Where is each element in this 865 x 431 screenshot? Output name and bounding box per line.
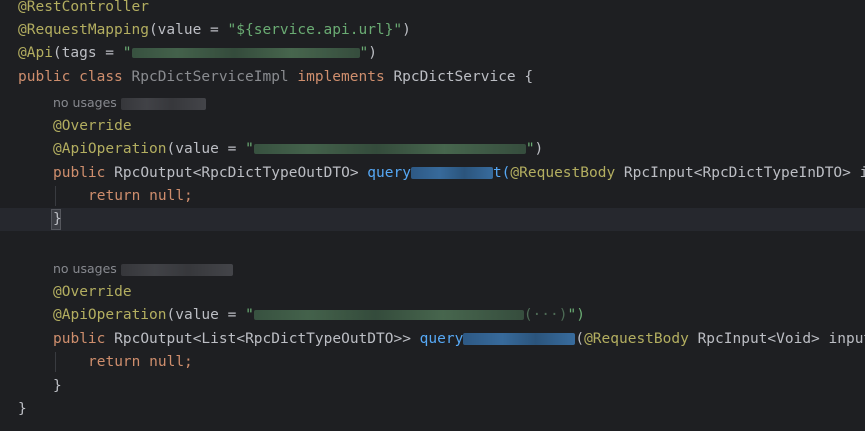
code-line-9[interactable]: return null; [0,185,865,208]
code-line-3[interactable]: @Api(tags = " ") [0,42,865,65]
code-line-10[interactable]: } [0,208,865,231]
annotation-request-mapping: @RequestMapping [18,22,149,38]
keyword-return: return [88,188,141,204]
string-service-url: "${service.api.url}" [227,22,403,38]
closing-brace: } [18,401,27,417]
code-line-15[interactable]: public RpcOutput<List<RpcDictTypeOutDTO>… [0,328,865,351]
keyword-class: class [79,69,123,85]
interface-name: RpcDictService { [393,69,534,85]
keyword-return: return [88,354,141,370]
keyword-public: public [53,165,106,181]
return-type: RpcOutput<RpcDictTypeOutDTO> [114,165,359,181]
code-line-6[interactable]: @Override [0,115,865,138]
keyword-null: null; [149,188,193,204]
redacted-text [131,48,360,58]
closing-brace: } [53,211,62,227]
redacted-text [120,263,233,276]
keyword-public: public [18,69,71,85]
usages-hint[interactable]: no usages [53,91,206,114]
code-text: public RpcOutput<RpcDictTypeOutDTO> quer… [53,162,865,185]
annotation-override: @Override [53,118,132,134]
annotation-api-operation: @ApiOperation [53,307,167,323]
code-text: return null; [88,185,193,208]
code-line-12[interactable]: no usages [0,257,865,280]
code-text: @RequestMapping(value = "${service.api.u… [18,22,411,38]
code-line-7[interactable]: @ApiOperation(value = " ") [0,138,865,161]
redacted-text [463,333,576,345]
code-text: public class RpcDictServiceImpl implemen… [18,66,533,89]
annotation-override: @Override [53,284,132,300]
code-line-14[interactable]: @ApiOperation(value = " (···)") [0,304,865,327]
annotation-request-body: @RequestBody [510,165,616,181]
redacted-text [253,310,524,320]
code-line-2[interactable]: @RequestMapping(value = "${service.api.u… [0,19,865,42]
return-type: RpcOutput<List<RpcDictTypeOutDTO>> [114,331,411,347]
keyword-public: public [53,331,106,347]
code-text: @ApiOperation(value = " ") [53,141,544,157]
method-name: query [367,165,411,181]
code-line-17[interactable]: } [0,375,865,398]
code-editor[interactable]: @RestController @RequestMapping(value = … [0,0,865,431]
class-name: RpcDictServiceImpl [131,69,289,85]
redacted-text [253,144,526,154]
code-text: @ApiOperation(value = " (···)") [53,307,585,323]
keyword-implements: implements [297,69,385,85]
code-text: @Api(tags = " ") [18,45,377,61]
annotation-request-body: @RequestBody [584,331,689,347]
closing-brace: } [53,378,62,394]
code-line-16[interactable]: return null; [0,351,865,374]
code-text: public RpcOutput<List<RpcDictTypeOutDTO>… [53,328,865,351]
usages-hint[interactable]: no usages [53,257,233,280]
method-name: query [419,331,464,347]
parameter: RpcInput<Void> input [697,331,865,347]
code-text: return null; [88,351,193,374]
code-line-8[interactable]: public RpcOutput<RpcDictTypeOutDTO> quer… [0,162,865,185]
annotation-api: @Api [18,45,53,61]
code-line-4[interactable]: public class RpcDictServiceImpl implemen… [0,66,865,89]
code-line-1[interactable]: @RestController [0,0,865,19]
annotation-api-operation: @ApiOperation [53,141,167,157]
keyword-null: null; [149,354,193,370]
code-line-5[interactable]: no usages [0,91,865,114]
redacted-text [120,97,206,110]
parameter: RpcInput<RpcDictTypeInDTO> in [623,165,865,181]
annotation-rest-controller: @RestController [18,0,149,15]
code-line-11[interactable] [0,232,865,255]
code-line-18[interactable]: } [0,398,865,421]
redacted-text [410,167,493,179]
code-line-13[interactable]: @Override [0,281,865,304]
